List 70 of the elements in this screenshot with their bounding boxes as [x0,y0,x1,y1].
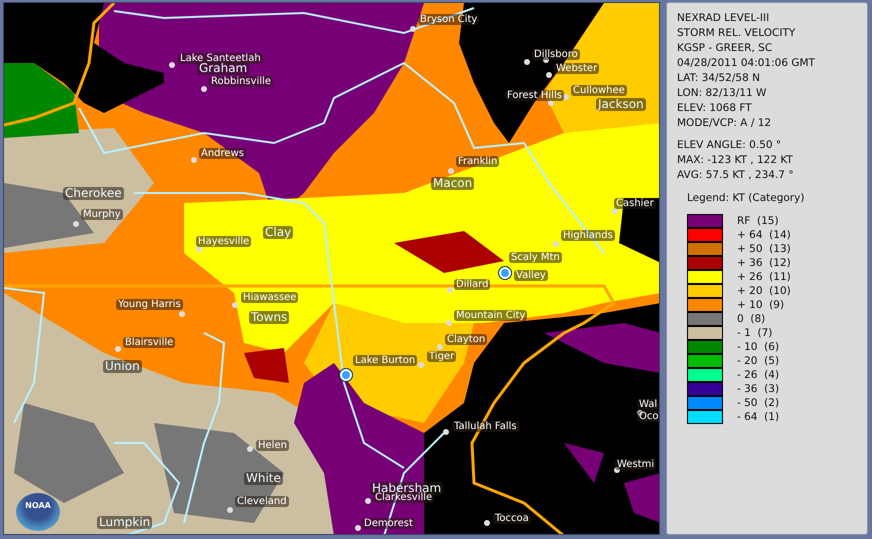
city-label: Hiawassee [241,292,298,303]
legend-label: + 50 (13) [737,242,791,256]
legend-label: - 10 (6) [737,340,780,354]
county-label: Cherokee [63,187,124,200]
city-label: Clayton [445,334,488,345]
city-label: Highlands [561,230,615,241]
county-label: Union [103,360,142,373]
stats-line: MAX: -123 KT , 122 KT [677,153,794,168]
info-line: NEXRAD LEVEL-III [677,11,770,26]
city-label: Blairsville [123,337,176,348]
radar-site-icon [499,267,511,279]
city-label: Cashier [614,198,656,209]
city-label: Lake Burton [353,355,418,366]
legend-label: + 10 (9) [737,298,784,312]
city-label: Scaly Mtn [509,252,562,263]
legend-label: - 20 (5) [737,354,780,368]
county-label: White [244,472,283,485]
info-line: 04/28/2011 04:01:06 GMT [677,56,816,71]
legend-label: + 20 (10) [737,284,791,298]
city-label: Lake Santeetlah [178,53,263,64]
city-label: Tiger [427,351,456,362]
city-label: Dillsboro [532,49,580,60]
info-line: STORM REL. VELOCITY [677,26,796,41]
legend-label: RF (15) [737,214,779,228]
legend-label: - 50 (2) [737,396,780,410]
info-line: LON: 82/13/11 W [677,86,768,101]
city-label: Demorest [362,518,415,529]
city-label: Wal [637,399,659,410]
county-label: Clay [263,226,294,239]
info-line: KGSP - GREER, SC [677,41,774,56]
city-label: Helen [256,440,289,451]
city-label: Robbinsville [209,76,274,87]
legend-label: - 36 (3) [737,382,780,396]
info-line: MODE/VCP: A / 12 [677,116,772,131]
legend-label: + 26 (11) [737,270,791,284]
stats-line: ELEV ANGLE: 0.50 ° [677,138,782,153]
legend-label: 0 (8) [737,312,766,326]
legend-label: - 26 (4) [737,368,780,382]
city-label: Tallulah Falls [452,421,519,432]
county-label: Graham [197,62,250,75]
city-label: Hayesville [196,236,252,247]
county-label: Lumpkin [97,516,152,529]
city-label: Cleveland [235,496,289,507]
city-label: Webster [554,63,600,74]
city-label: Cullowhee [571,85,627,96]
info-line: ELEV: 1068 FT [677,101,753,116]
legend-label: + 64 (14) [737,228,791,242]
city-label: Toccoa [493,513,531,524]
info-line: LAT: 34/52/58 N [677,71,761,86]
stats-line: AVG: 57.5 KT , 234.7 ° [677,168,795,183]
city-label: Young Harris [116,299,183,310]
legend-title: Legend: KT (Category) [686,191,806,206]
city-label: Westmi [615,459,656,470]
city-label: Oco [637,411,659,422]
legend-label: + 36 (12) [737,256,791,270]
city-label: Murphy [81,209,123,220]
county-label: Towns [249,311,290,324]
city-label: Dillard [454,279,490,290]
city-label: Forest Hills [505,90,564,101]
city-label: Clarkesville [373,492,434,503]
city-label: Bryson City [418,14,480,25]
county-label: Macon [431,177,474,190]
city-label: Mountain City [454,310,528,321]
city-label: Franklin [456,156,500,167]
legend-label: - 1 (7) [737,326,772,340]
city-label: Andrews [199,148,246,159]
legend-label: - 64 (1) [737,410,780,424]
radar-site-icon [340,369,352,381]
county-label: Jackson [596,98,646,111]
city-label: Valley [514,270,548,281]
